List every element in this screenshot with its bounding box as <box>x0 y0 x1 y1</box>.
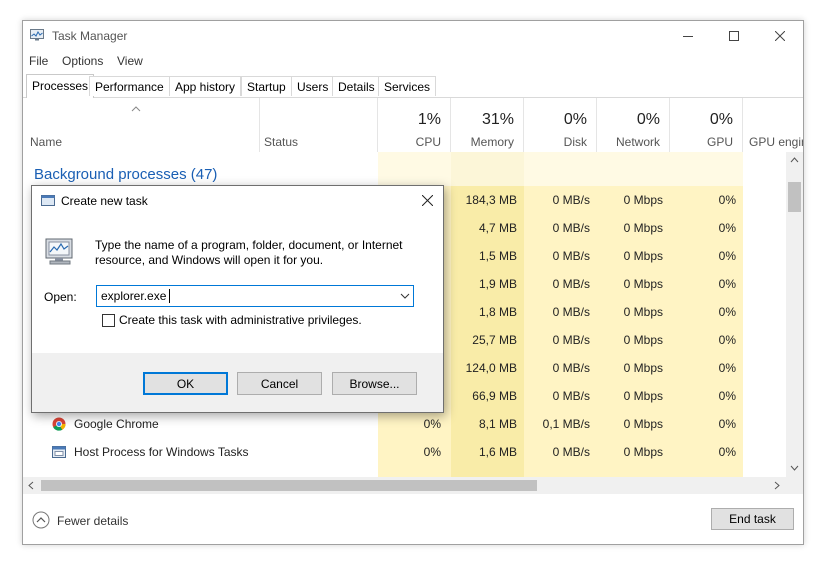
browse-button[interactable]: Browse... <box>332 372 417 395</box>
end-task-button[interactable]: End task <box>711 508 794 530</box>
cell-disk: 0 MB/s <box>552 361 590 375</box>
cell-gpu: 0% <box>718 361 736 375</box>
cell-network: 0 Mbps <box>623 277 663 291</box>
cancel-button[interactable]: Cancel <box>237 372 322 395</box>
cell-network: 0 Mbps <box>623 417 663 431</box>
dialog-body: Type the name of a program, folder, docu… <box>32 216 443 353</box>
cell-network: 0 Mbps <box>623 361 663 375</box>
create-new-task-dialog: Create new task Type the name of a progr… <box>31 185 444 413</box>
host-process-icon <box>52 446 66 458</box>
cell-disk: 0 MB/s <box>552 389 590 403</box>
process-name: Google Chrome <box>74 417 159 431</box>
cell-cpu: 0% <box>423 417 441 431</box>
cell-gpu: 0% <box>718 445 736 459</box>
dialog-title: Create new task <box>61 194 148 208</box>
run-dialog-icon <box>41 195 55 206</box>
cell-disk: 0 MB/s <box>552 249 590 263</box>
admin-checkbox-label[interactable]: Create this task with administrative pri… <box>119 313 362 327</box>
process-name: Host Process for Windows Tasks <box>74 445 249 459</box>
cell-memory: 25,7 MB <box>472 333 517 347</box>
open-input[interactable]: explorer.exe <box>101 289 166 303</box>
scroll-right-icon[interactable] <box>774 481 780 490</box>
cell-memory: 124,0 MB <box>465 361 517 375</box>
ok-button[interactable]: OK <box>143 372 228 395</box>
fewer-details-icon[interactable] <box>32 511 50 529</box>
cell-disk: 0 MB/s <box>552 445 590 459</box>
horizontal-scrollbar[interactable] <box>23 477 786 494</box>
cell-memory: 8,1 MB <box>478 417 517 431</box>
cell-network: 0 Mbps <box>623 389 663 403</box>
cell-memory: 1,9 MB <box>478 277 517 291</box>
computer-monitor-icon <box>45 238 73 265</box>
table-row[interactable]: Host Process for Windows Tasks 0% 1,6 MB 0 … <box>23 438 786 466</box>
cell-memory: 1,6 MB <box>478 445 517 459</box>
cell-disk: 0 MB/s <box>552 333 590 347</box>
dialog-message: Type the name of a program, folder, docu… <box>95 238 403 267</box>
text-caret <box>169 289 170 303</box>
cell-gpu: 0% <box>718 333 736 347</box>
horizontal-scroll-thumb[interactable] <box>41 480 537 491</box>
cell-cpu: 0% <box>423 445 441 459</box>
cell-memory: 1,8 MB <box>478 305 517 319</box>
vertical-scrollbar[interactable] <box>786 152 803 477</box>
scroll-up-icon[interactable] <box>790 157 799 163</box>
chevron-down-icon[interactable] <box>400 293 410 299</box>
cell-memory: 66,9 MB <box>472 389 517 403</box>
scroll-corner <box>786 477 803 494</box>
cell-disk: 0 MB/s <box>552 277 590 291</box>
open-label: Open: <box>44 290 77 304</box>
cell-network: 0 Mbps <box>623 193 663 207</box>
vertical-scroll-thumb[interactable] <box>788 182 801 212</box>
cell-memory: 184,3 MB <box>465 193 517 207</box>
cell-network: 0 Mbps <box>623 249 663 263</box>
cell-gpu: 0% <box>718 193 736 207</box>
footer: Fewer details End task <box>23 497 803 544</box>
dialog-close-icon[interactable] <box>422 195 433 206</box>
cell-disk: 0 MB/s <box>552 221 590 235</box>
cell-gpu: 0% <box>718 221 736 235</box>
open-combobox[interactable]: explorer.exe <box>96 285 414 307</box>
cell-gpu: 0% <box>718 305 736 319</box>
cell-disk: 0 MB/s <box>552 305 590 319</box>
dialog-title-bar[interactable]: Create new task <box>32 186 443 216</box>
chrome-icon <box>52 417 66 431</box>
cell-gpu: 0% <box>718 249 736 263</box>
cell-network: 0 Mbps <box>623 305 663 319</box>
cell-gpu: 0% <box>718 277 736 291</box>
cell-disk: 0,1 MB/s <box>542 417 590 431</box>
cell-network: 0 Mbps <box>623 445 663 459</box>
cell-gpu: 0% <box>718 389 736 403</box>
fewer-details-link[interactable]: Fewer details <box>57 514 128 528</box>
scroll-down-icon[interactable] <box>790 465 799 471</box>
cell-memory: 4,7 MB <box>478 221 517 235</box>
cell-network: 0 Mbps <box>623 221 663 235</box>
scroll-left-icon[interactable] <box>28 481 34 490</box>
table-row[interactable]: Google Chrome 0% 8,1 MB 0,1 MB/s 0 Mbps 0% <box>23 410 786 438</box>
cell-memory: 1,5 MB <box>478 249 517 263</box>
admin-checkbox[interactable] <box>102 314 115 327</box>
cell-gpu: 0% <box>718 417 736 431</box>
cell-disk: 0 MB/s <box>552 193 590 207</box>
cell-network: 0 Mbps <box>623 333 663 347</box>
